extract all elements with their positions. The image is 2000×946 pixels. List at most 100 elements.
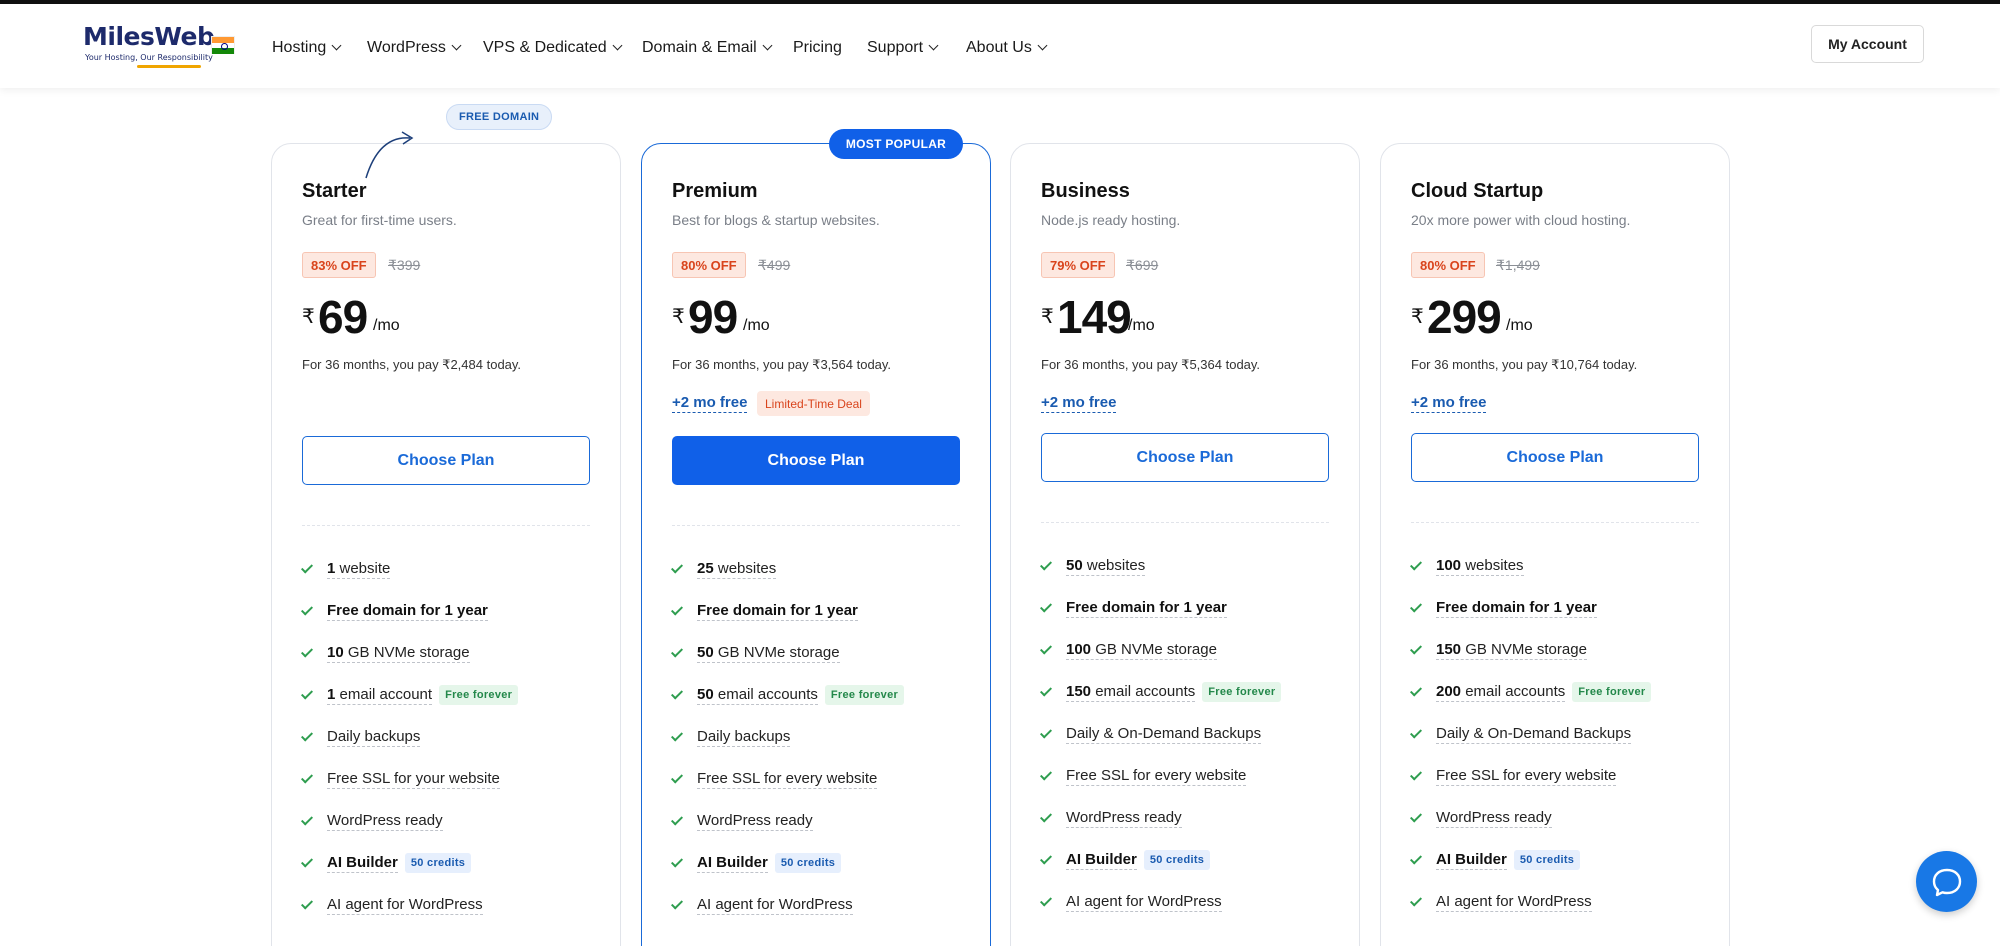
free-domain-badge: FREE DOMAIN xyxy=(446,104,553,130)
most-popular-badge: MOST POPULAR xyxy=(829,129,963,159)
free-forever-badge: Free forever xyxy=(824,685,905,705)
feature-ssl: Free SSL for every website xyxy=(1039,755,1341,797)
check-icon xyxy=(1039,810,1053,823)
chevron-down-icon xyxy=(331,40,342,51)
nav-about-us[interactable]: About Us xyxy=(966,36,1048,60)
check-icon xyxy=(300,813,314,826)
feature-storage: 50 GB NVMe storage xyxy=(670,632,972,674)
feature-list: 25 websites Free domain for 1 year 50 GB… xyxy=(670,548,972,926)
feature-backups: Daily backups xyxy=(670,716,972,758)
feature-websites: 50 websites xyxy=(1039,545,1341,587)
free-months-link[interactable]: +2 mo free xyxy=(1041,394,1117,413)
chevron-down-icon xyxy=(762,40,773,51)
nav-domain-email[interactable]: Domain & Email xyxy=(642,36,773,60)
billing-note: For 36 months, you pay ₹2,484 today. xyxy=(302,357,522,372)
credits-badge: 50 credits xyxy=(404,853,472,873)
choose-plan-button[interactable]: Choose Plan xyxy=(1041,433,1329,482)
check-icon xyxy=(300,771,314,784)
nav-vps-dedicated[interactable]: VPS & Dedicated xyxy=(483,36,623,60)
feature-ssl: Free SSL for every website xyxy=(1409,755,1711,797)
currency-symbol: ₹ xyxy=(1041,306,1054,328)
feature-domain: Free domain for 1 year xyxy=(300,590,602,632)
logo-tagline: Your Hosting, Our Responsibility xyxy=(85,53,213,62)
chevron-down-icon xyxy=(1037,40,1048,51)
feature-list: 100 websites Free domain for 1 year 150 … xyxy=(1409,545,1711,923)
divider xyxy=(1041,522,1329,523)
plan-description: 20x more power with cloud hosting. xyxy=(1411,212,1631,228)
free-months-link[interactable]: +2 mo free xyxy=(1411,394,1487,413)
choose-plan-button[interactable]: Choose Plan xyxy=(672,436,960,485)
choose-plan-button[interactable]: Choose Plan xyxy=(302,436,590,485)
check-icon xyxy=(300,645,314,658)
billing-note: For 36 months, you pay ₹10,764 today. xyxy=(1411,357,1638,372)
feature-list: 50 websites Free domain for 1 year 100 G… xyxy=(1039,545,1341,923)
feature-email: 150 email accounts Free forever xyxy=(1039,671,1341,713)
check-icon xyxy=(1039,852,1053,865)
logo-underline xyxy=(137,65,201,68)
check-icon xyxy=(1409,558,1423,571)
check-icon xyxy=(1409,768,1423,781)
price-period: /mo xyxy=(1506,317,1533,334)
check-icon xyxy=(1409,684,1423,697)
check-icon xyxy=(670,897,684,910)
divider xyxy=(302,525,590,526)
divider xyxy=(672,525,960,526)
curved-arrow-icon xyxy=(365,131,414,179)
nav-support[interactable]: Support xyxy=(867,36,939,60)
check-icon xyxy=(300,603,314,616)
feature-storage: 10 GB NVMe storage xyxy=(300,632,602,674)
check-icon xyxy=(1409,600,1423,613)
check-icon xyxy=(670,855,684,868)
price-period: /mo xyxy=(1128,317,1155,334)
original-price: ₹499 xyxy=(758,257,791,273)
check-icon xyxy=(1039,726,1053,739)
feature-domain: Free domain for 1 year xyxy=(1039,587,1341,629)
chat-button[interactable] xyxy=(1916,851,1977,912)
check-icon xyxy=(300,687,314,700)
nav-wordpress[interactable]: WordPress xyxy=(367,36,462,60)
original-price: ₹1,499 xyxy=(1496,257,1540,273)
plan-name: Starter xyxy=(302,180,367,202)
check-icon xyxy=(300,561,314,574)
price-period: /mo xyxy=(373,317,400,334)
check-icon xyxy=(1409,810,1423,823)
plan-price: 69 xyxy=(318,291,368,343)
nav-label: Support xyxy=(867,39,924,56)
feature-ai-builder: AI Builder 50 credits xyxy=(1039,839,1341,881)
india-flag-icon[interactable] xyxy=(211,36,235,54)
nav-label: WordPress xyxy=(367,39,446,56)
check-icon xyxy=(300,729,314,742)
feature-list: 1 website Free domain for 1 year 10 GB N… xyxy=(300,548,602,926)
nav-label: VPS & Dedicated xyxy=(483,39,607,56)
logo-text: MilesWeb xyxy=(83,22,215,51)
feature-ai-agent: AI agent for WordPress xyxy=(300,884,602,926)
check-icon xyxy=(1039,768,1053,781)
check-icon xyxy=(1409,894,1423,907)
choose-plan-button[interactable]: Choose Plan xyxy=(1411,433,1699,482)
feature-ai-agent: AI agent for WordPress xyxy=(670,884,972,926)
chat-bubble-icon xyxy=(1932,868,1961,896)
feature-ai-builder: AI Builder 50 credits xyxy=(300,842,602,884)
check-icon xyxy=(670,645,684,658)
nav-pricing[interactable]: Pricing xyxy=(793,36,842,60)
feature-websites: 25 websites xyxy=(670,548,972,590)
nav-hosting[interactable]: Hosting xyxy=(272,36,342,60)
site-header: MilesWeb Your Hosting, Our Responsibilit… xyxy=(0,4,2000,88)
feature-ai-agent: AI agent for WordPress xyxy=(1039,881,1341,923)
check-icon xyxy=(670,729,684,742)
free-months-link[interactable]: +2 mo free xyxy=(672,394,748,413)
check-icon xyxy=(1409,642,1423,655)
check-icon xyxy=(670,603,684,616)
feature-email: 1 email account Free forever xyxy=(300,674,602,716)
currency-symbol: ₹ xyxy=(302,306,315,328)
billing-note: For 36 months, you pay ₹3,564 today. xyxy=(672,357,892,372)
limited-deal-badge: Limited-Time Deal xyxy=(757,391,870,416)
my-account-button[interactable]: My Account xyxy=(1811,25,1924,63)
feature-ai-builder: AI Builder 50 credits xyxy=(670,842,972,884)
check-icon xyxy=(1409,852,1423,865)
feature-backups: Daily & On-Demand Backups xyxy=(1409,713,1711,755)
credits-badge: 50 credits xyxy=(774,853,842,873)
credits-badge: 50 credits xyxy=(1513,850,1581,870)
billing-note: For 36 months, you pay ₹5,364 today. xyxy=(1041,357,1261,372)
feature-storage: 150 GB NVMe storage xyxy=(1409,629,1711,671)
